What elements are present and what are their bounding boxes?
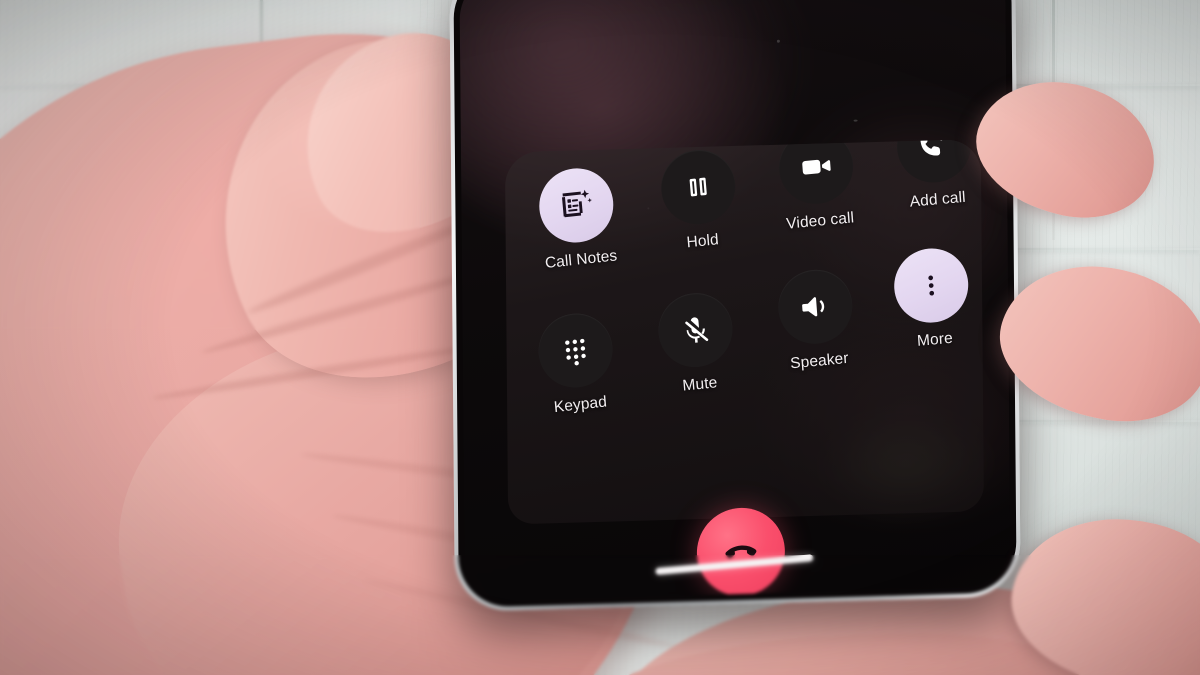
action-button-call-notes[interactable]: Call Notes [525,163,630,274]
video-call-button-circle[interactable] [776,139,856,208]
action-button-keypad[interactable]: Keypad [524,309,629,420]
screenshot-root: Call Notes Hold Video call Add call Keyp… [0,0,1200,675]
action-label: Hold [685,231,720,252]
action-button-add-call[interactable]: Add call [884,139,984,213]
mute-button-circle[interactable] [655,289,736,371]
action-label: More [916,329,954,350]
action-button-mute[interactable]: Mute [645,288,749,398]
action-label: Keypad [553,393,608,417]
action-label: Speaker [789,349,850,373]
call-notes-sparkle-icon [561,189,592,218]
action-label: Mute [681,374,718,395]
action-label: Video call [785,209,855,233]
action-label: Call Notes [544,247,618,273]
action-button-speaker[interactable]: Speaker [765,265,868,375]
action-button-video-call[interactable]: Video call [765,139,868,235]
more-vert-icon [928,275,935,296]
phone-screen: Call Notes Hold Video call Add call Keyp… [459,0,1011,602]
add-call-button-circle[interactable] [894,139,974,186]
hold-button-circle[interactable] [658,146,739,228]
action-button-more[interactable]: More [881,244,984,353]
action-label: Add call [909,188,967,211]
action-button-hold[interactable]: Hold [647,145,751,255]
video-camera-icon [802,159,831,175]
in-call-actions-panel: Call Notes Hold Video call Add call Keyp… [504,139,984,525]
end-call-button[interactable] [693,504,788,600]
speaker-button-circle[interactable] [775,266,855,348]
action-button-grid: Call Notes Hold Video call Add call Keyp… [505,139,984,524]
volume-up-icon [802,297,825,317]
phone-device: Call Notes Hold Video call Add call Keyp… [449,0,1021,612]
call-notes-button-circle[interactable] [536,164,617,247]
mic-off-icon [685,317,709,343]
end-call-circle[interactable] [693,504,788,600]
pause-icon [689,177,707,197]
dialpad-icon [565,338,586,366]
phone-plus-icon [920,139,943,156]
phone-bezel: Call Notes Hold Video call Add call Keyp… [453,0,1017,608]
keypad-button-circle[interactable] [535,309,616,392]
more-button-circle[interactable] [891,245,971,326]
